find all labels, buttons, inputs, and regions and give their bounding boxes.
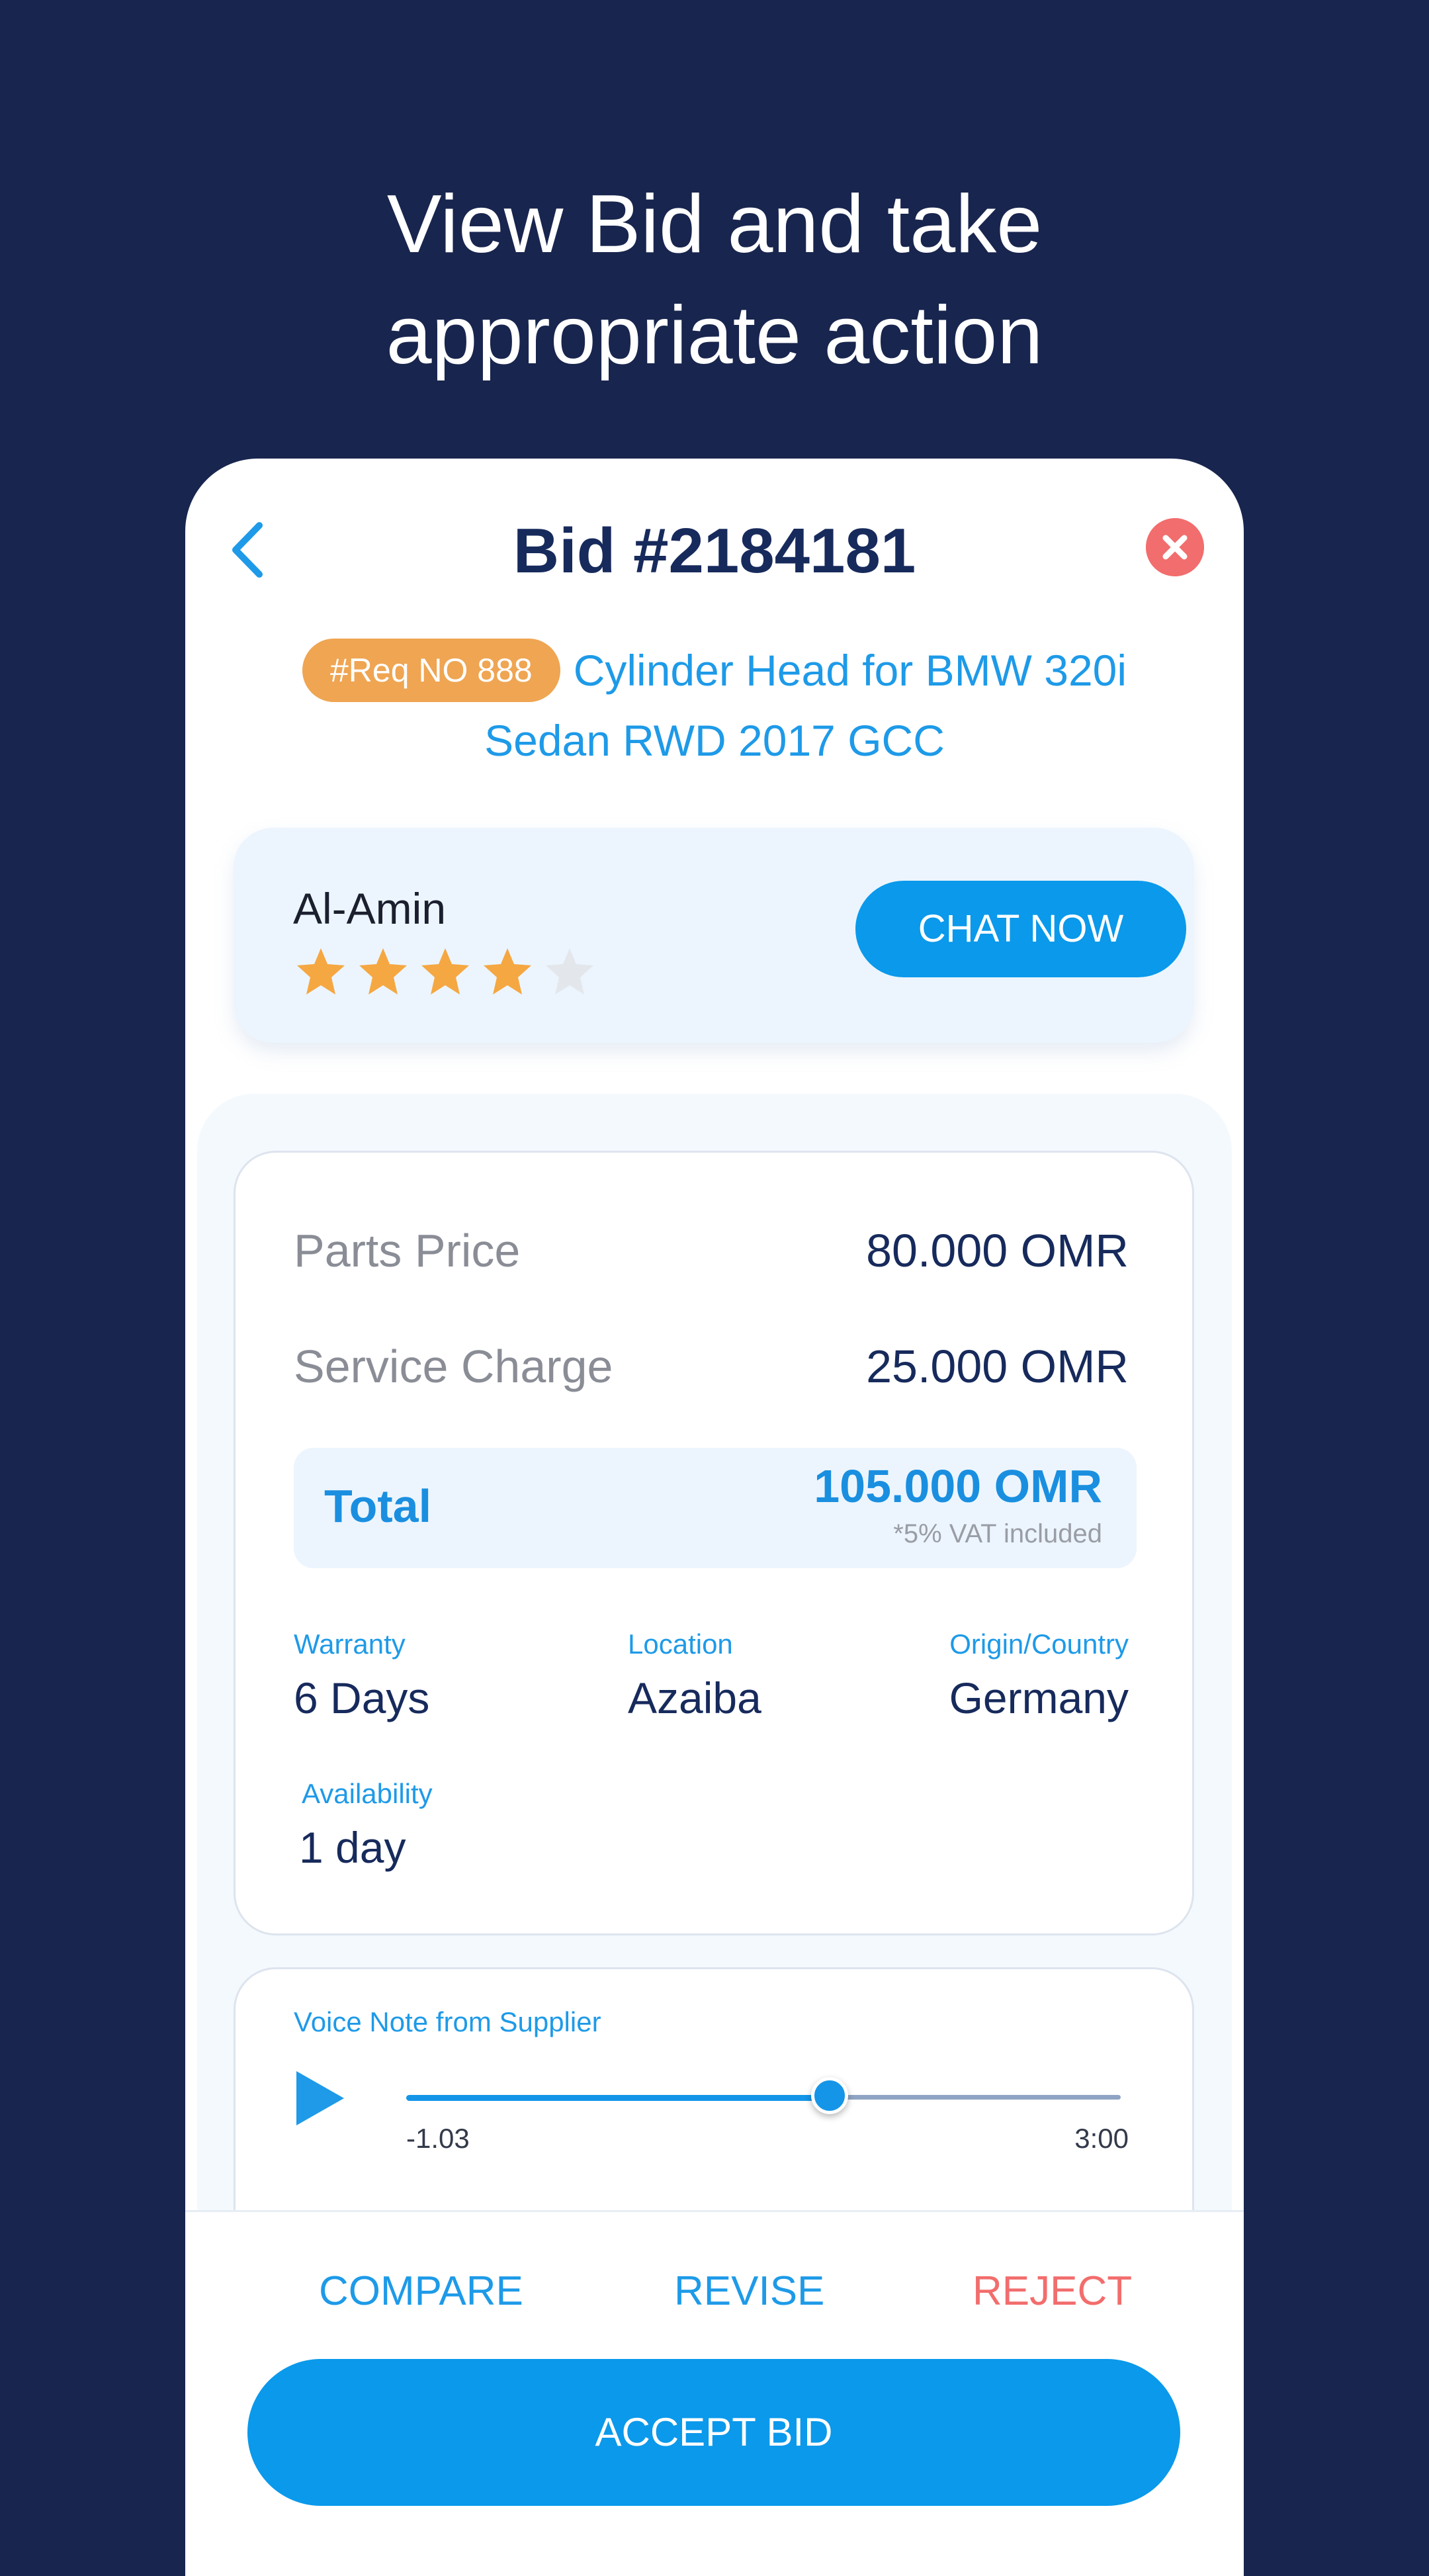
parts-price-label: Parts Price [294,1225,521,1276]
action-bar: COMPARE REVISE REJECT ACCEPT BID [185,2210,1244,2576]
audio-progress-played [406,2095,830,2101]
revise-button[interactable]: REVISE [674,2265,824,2318]
audio-duration: 3:00 [1074,2123,1129,2154]
request-heading: #Req NO 888 Cylinder Head for BMW 320i Se… [284,636,1145,775]
availability-value: 1 day [299,1823,406,1872]
total-label: Total [324,1480,432,1532]
star-filled-icon [484,948,531,995]
service-charge-label: Service Charge [294,1341,613,1392]
seller-card: Al-Amin CHAT NOW [234,828,1194,1043]
request-number-badge: #Req NO 888 [302,638,560,702]
star-empty-icon [546,948,593,995]
origin-label: Origin/Country [949,1628,1129,1660]
origin-value: Germany [949,1673,1129,1722]
location-value: Azaiba [628,1673,761,1722]
vat-note: *5% VAT included [893,1519,1102,1548]
audio-progress-remaining [830,2095,1121,2100]
reject-button[interactable]: REJECT [973,2265,1132,2318]
promo-headline: View Bid and take appropriate action [0,169,1429,391]
service-charge-value: 25.000 OMR [866,1341,1129,1392]
request-title: Cylinder Head for BMW 320i Sedan RWD 201… [484,646,1127,765]
location-label: Location [628,1628,733,1660]
accept-bid-button[interactable]: ACCEPT BID [247,2359,1180,2506]
star-filled-icon [359,948,407,995]
headline-line-1: View Bid and take [386,179,1043,270]
seller-name: Al-Amin [293,884,447,933]
audio-scrubber-handle[interactable] [811,2077,848,2114]
star-filled-icon [297,948,345,995]
phone-screen: Bid #2184181 #Req NO 888 Cylinder Head fo… [185,459,1244,2576]
star-filled-icon [421,948,469,995]
play-icon[interactable] [294,2068,347,2128]
price-card: Parts Price 80.000 OMR Service Charge 25… [234,1151,1194,1935]
close-icon[interactable] [1146,518,1204,576]
parts-price-value: 80.000 OMR [866,1225,1129,1276]
total-box: Total 105.000 OMR *5% VAT included [294,1448,1137,1568]
availability-label: Availability [302,1778,433,1809]
seller-rating [294,946,605,1000]
compare-button[interactable]: COMPARE [319,2265,523,2318]
warranty-label: Warranty [294,1628,406,1660]
headline-line-2: appropriate action [386,290,1043,381]
warranty-value: 6 Days [294,1673,430,1722]
page-title: Bid #2184181 [513,515,916,586]
chat-now-button[interactable]: CHAT NOW [855,881,1186,977]
total-value: 105.000 OMR [814,1460,1102,1512]
voice-note-label: Voice Note from Supplier [294,2006,601,2037]
audio-elapsed-time: -1.03 [406,2123,470,2154]
